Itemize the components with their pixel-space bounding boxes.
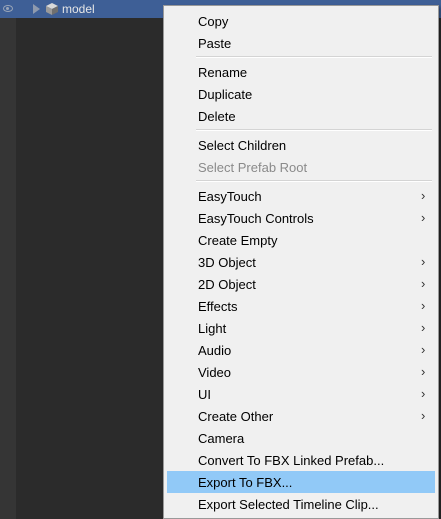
submenu-chevron-icon: ›: [421, 320, 426, 335]
menu-item-create-empty[interactable]: Create Empty: [167, 229, 435, 251]
menu-item-label: EasyTouch: [198, 189, 262, 204]
menu-item-label: Effects: [198, 299, 238, 314]
context-menu: Copy Paste Rename Duplicate Delete Select Chi…: [163, 5, 439, 519]
submenu-chevron-icon: ›: [421, 210, 426, 225]
menu-item-label: Video: [198, 365, 232, 380]
visibility-eye-icon[interactable]: [3, 5, 13, 12]
menu-item-label: Rename: [198, 65, 248, 80]
menu-item-label: 2D Object: [198, 277, 256, 292]
menu-separator: [196, 129, 432, 131]
menu-item-label: Convert To FBX Linked Prefab...: [198, 453, 385, 468]
menu-item-label: 3D Object: [198, 255, 256, 270]
menu-item-copy[interactable]: Copy: [167, 10, 435, 32]
submenu-chevron-icon: ›: [421, 342, 426, 357]
menu-item-light[interactable]: Light ›: [167, 317, 435, 339]
menu-item-convert-to-fbx-linked-prefab[interactable]: Convert To FBX Linked Prefab...: [167, 449, 435, 471]
menu-separator: [196, 56, 432, 58]
submenu-chevron-icon: ›: [421, 408, 426, 423]
menu-item-export-selected-timeline-clip[interactable]: Export Selected Timeline Clip...: [167, 493, 435, 515]
menu-item-easytouch[interactable]: EasyTouch ›: [167, 185, 435, 207]
menu-item-label: Light: [198, 321, 227, 336]
menu-item-label: Select Prefab Root: [198, 160, 308, 175]
menu-item-camera[interactable]: Camera: [167, 427, 435, 449]
submenu-chevron-icon: ›: [421, 298, 426, 313]
submenu-chevron-icon: ›: [421, 364, 426, 379]
menu-item-label: Audio: [198, 343, 232, 358]
menu-item-create-other[interactable]: Create Other ›: [167, 405, 435, 427]
menu-item-label: Export Selected Timeline Clip...: [198, 497, 379, 512]
menu-item-2d-object[interactable]: 2D Object ›: [167, 273, 435, 295]
menu-item-label: UI: [198, 387, 211, 402]
menu-item-export-to-fbx[interactable]: Export To FBX...: [167, 471, 435, 493]
submenu-chevron-icon: ›: [421, 276, 426, 291]
menu-item-label: Create Other: [198, 409, 274, 424]
hierarchy-row-label: model: [62, 2, 95, 16]
menu-item-label: Create Empty: [198, 233, 278, 248]
menu-item-label: EasyTouch Controls: [198, 211, 314, 226]
menu-item-select-prefab-root: Select Prefab Root: [167, 156, 435, 178]
menu-item-rename[interactable]: Rename: [167, 61, 435, 83]
menu-item-label: Paste: [198, 36, 232, 51]
menu-item-video[interactable]: Video ›: [167, 361, 435, 383]
menu-item-select-children[interactable]: Select Children: [167, 134, 435, 156]
menu-item-label: Select Children: [198, 138, 287, 153]
menu-item-duplicate[interactable]: Duplicate: [167, 83, 435, 105]
foldout-arrow-icon[interactable]: [33, 4, 40, 14]
menu-item-effects[interactable]: Effects ›: [167, 295, 435, 317]
menu-item-easytouch-controls[interactable]: EasyTouch Controls ›: [167, 207, 435, 229]
menu-item-3d-object[interactable]: 3D Object ›: [167, 251, 435, 273]
menu-item-audio[interactable]: Audio ›: [167, 339, 435, 361]
menu-separator: [196, 180, 432, 182]
submenu-chevron-icon: ›: [421, 254, 426, 269]
menu-item-label: Export To FBX...: [198, 475, 293, 490]
hierarchy-gutter: [0, 0, 16, 519]
menu-item-delete[interactable]: Delete: [167, 105, 435, 127]
menu-item-label: Camera: [198, 431, 245, 446]
gameobject-cube-icon: [46, 3, 58, 15]
menu-item-label: Delete: [198, 109, 236, 124]
menu-item-label: Duplicate: [198, 87, 253, 102]
menu-item-ui[interactable]: UI ›: [167, 383, 435, 405]
submenu-chevron-icon: ›: [421, 188, 426, 203]
menu-item-label: Copy: [198, 14, 229, 29]
submenu-chevron-icon: ›: [421, 386, 426, 401]
menu-item-paste[interactable]: Paste: [167, 32, 435, 54]
